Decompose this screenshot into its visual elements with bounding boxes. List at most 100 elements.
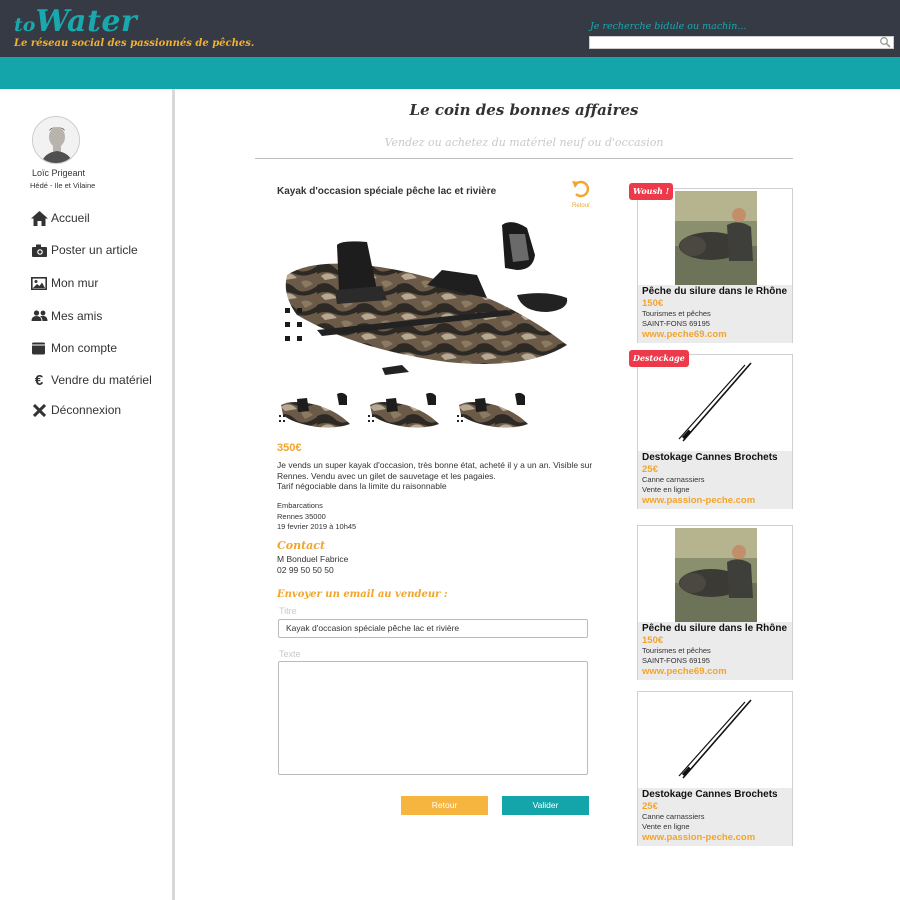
search-icon[interactable] [879, 36, 891, 48]
sidebar-item-label: Mes amis [51, 309, 103, 323]
article-title: Kayak d'occasion spéciale pêche lac et r… [277, 186, 497, 197]
description-line: Je vends un super kayak d'occasion, très… [277, 460, 593, 470]
avatar-photo [33, 117, 79, 163]
article-category: Embarcations [277, 501, 323, 510]
texte-textarea[interactable] [278, 661, 588, 775]
user-location: Hédé - Ile et Vilaine [30, 181, 96, 190]
description-line: Tarif négociable dans la limite du raiso… [277, 481, 447, 491]
ad-line: SAINT-FONS 69195 [642, 319, 710, 328]
contact-info: M Bonduel Fabrice 02 99 50 50 50 [277, 554, 348, 575]
euro-icon: € [34, 371, 44, 389]
ad-price: 25€ [642, 801, 658, 812]
titre-input[interactable]: Kayak d'occasion spéciale pêche lac et r… [278, 619, 588, 638]
ad-info: Destokage Cannes Brochets 25€ Canne carn… [638, 451, 792, 509]
sidebar-item-amis[interactable]: Mes amis [30, 306, 102, 326]
ad-price: 150€ [642, 635, 664, 646]
search-label: Je recherche bidule ou machin... [590, 21, 747, 32]
avatar[interactable] [32, 116, 80, 164]
ad-price: 150€ [642, 298, 664, 309]
title-divider [255, 158, 793, 159]
users-icon [30, 308, 48, 324]
kayak-main-image[interactable] [277, 220, 577, 378]
kayak-thumbnail[interactable] [455, 391, 530, 429]
search-input[interactable] [589, 36, 894, 49]
page-subtitle: Vendez ou achetez du matériel neuf ou d'… [384, 136, 664, 149]
logo-to: to [14, 14, 36, 36]
sidebar-item-label: Accueil [51, 211, 90, 225]
logo[interactable]: toWater [14, 4, 137, 39]
sidebar-divider [172, 89, 175, 900]
article-date: 19 fevrier 2019 à 10h45 [277, 522, 357, 531]
catfish-photo [675, 191, 757, 285]
ad-title: Pêche du silure dans le Rhône [642, 623, 788, 634]
ad-line: Canne carnassiers [642, 812, 705, 821]
fishing-rod-photo [675, 694, 757, 788]
ad-card[interactable]: Pêche du silure dans le Rhône 150€ Touri… [637, 525, 793, 680]
close-icon [30, 402, 48, 418]
ad-badge: Woush ! [629, 183, 674, 200]
contact-heading: Contact [277, 539, 326, 552]
ad-info: Pêche du silure dans le Rhône 150€ Touri… [638, 285, 792, 343]
fishing-rod-photo [675, 357, 757, 451]
home-icon [30, 210, 48, 226]
ad-info: Destokage Cannes Brochets 25€ Canne carn… [638, 788, 792, 846]
article-meta: Embarcations Rennes 35000 19 fevrier 201… [277, 501, 356, 533]
sidebar-item-label: Mon compte [51, 341, 118, 355]
ad-line: Vente en ligne [642, 822, 690, 831]
contact-phone[interactable]: 02 99 50 50 50 [277, 565, 348, 576]
sidebar-item-label: Vendre du matériel [51, 373, 152, 387]
ad-price: 25€ [642, 464, 658, 475]
ad-url[interactable]: www.passion-peche.com [642, 495, 792, 506]
ad-url[interactable]: www.peche69.com [642, 666, 792, 677]
sidebar-item-label: Poster un article [51, 243, 138, 257]
page-title: Le coin des bonnes affaires [409, 101, 639, 119]
ad-card[interactable]: Destokage Cannes Brochets 25€ Canne carn… [637, 354, 793, 509]
image-icon [30, 275, 48, 291]
camera-icon [30, 242, 48, 258]
email-form-heading: Envoyer un email au vendeur : [277, 589, 448, 600]
ad-line: Canne carnassiers [642, 475, 705, 484]
kayak-thumbnail[interactable] [277, 391, 352, 429]
ad-line: Tourismes et pêches [642, 309, 711, 318]
sidebar-item-vendre[interactable]: € Vendre du matériel [30, 370, 152, 390]
back-link[interactable]: Retour [569, 179, 593, 209]
contact-name: M Bonduel Fabrice [277, 554, 349, 564]
tagline: Le réseau social des passionnés de pêche… [14, 38, 255, 49]
ad-url[interactable]: www.peche69.com [642, 329, 792, 340]
article-location: Rennes 35000 [277, 511, 326, 521]
ad-line: Tourismes et pêches [642, 646, 711, 655]
ad-badge: Destockage [629, 350, 689, 367]
retour-button[interactable]: Retour [401, 796, 488, 815]
titre-label: Titre [279, 606, 297, 616]
sidebar-item-label: Déconnexion [51, 403, 122, 417]
ad-card[interactable]: Destokage Cannes Brochets 25€ Canne carn… [637, 691, 793, 846]
ad-url[interactable]: www.passion-peche.com [642, 832, 792, 843]
ad-title: Pêche du silure dans le Rhône [642, 286, 788, 297]
user-name[interactable]: Loïc Prigeant [32, 168, 85, 178]
description-line: Rennes. Vendu avec un gilet de sauvetage… [277, 470, 496, 481]
ad-line: SAINT-FONS 69195 [642, 656, 710, 665]
sidebar-item-label: Mon mur [51, 276, 99, 290]
catfish-photo [675, 528, 757, 622]
valider-button[interactable]: Valider [502, 796, 589, 815]
article-description: Je vends un super kayak d'occasion, très… [277, 460, 597, 492]
back-link-label: Retour [571, 203, 590, 209]
teal-banner [0, 57, 900, 89]
wallet-icon [30, 340, 48, 356]
sidebar-item-poster[interactable]: Poster un article [30, 240, 138, 260]
top-header: toWater Le réseau social des passionnés … [0, 0, 900, 57]
undo-icon [572, 180, 590, 198]
ad-title: Destokage Cannes Brochets [642, 452, 778, 463]
sidebar-item-mur[interactable]: Mon mur [30, 273, 98, 293]
sidebar-item-compte[interactable]: Mon compte [30, 338, 117, 358]
ad-title: Destokage Cannes Brochets [642, 789, 778, 800]
sidebar-item-deconnexion[interactable]: Déconnexion [30, 400, 121, 420]
kayak-thumbnail[interactable] [366, 391, 441, 429]
ad-info: Pêche du silure dans le Rhône 150€ Touri… [638, 622, 792, 680]
sidebar-item-accueil[interactable]: Accueil [30, 208, 90, 228]
ad-line: Vente en ligne [642, 485, 690, 494]
ad-card[interactable]: Pêche du silure dans le Rhône 150€ Touri… [637, 188, 793, 343]
texte-label: Texte [279, 649, 301, 659]
article-price: 350€ [277, 442, 302, 454]
logo-water: Water [35, 4, 138, 39]
